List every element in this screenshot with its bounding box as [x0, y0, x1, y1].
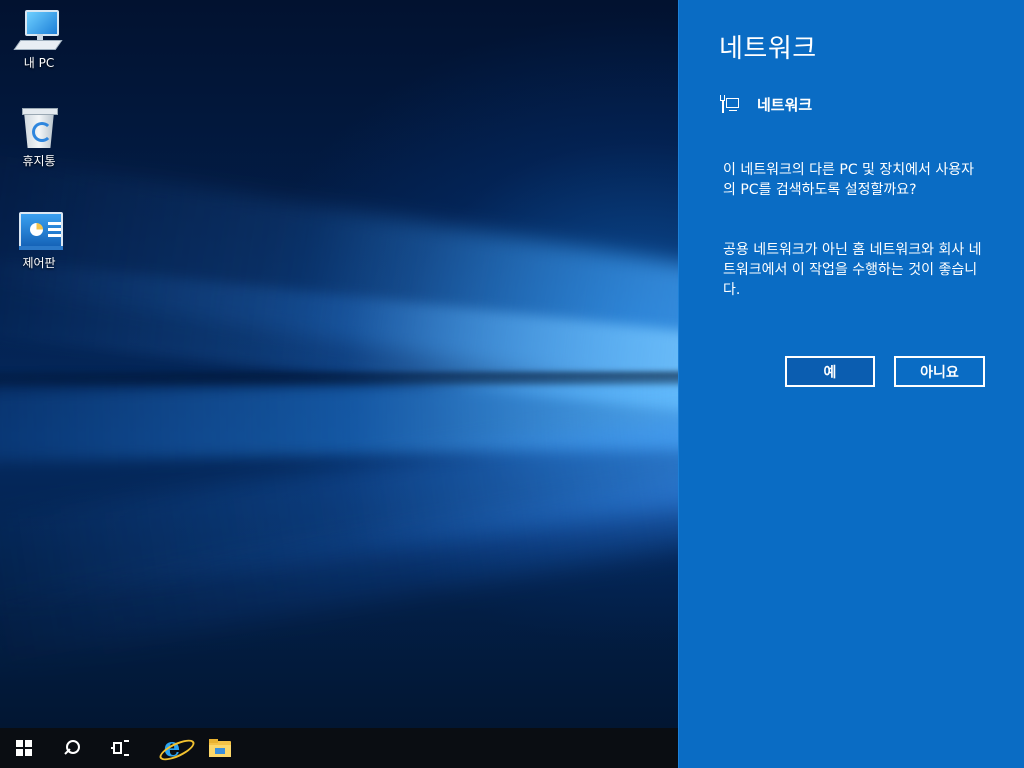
recycle-bin-icon — [15, 106, 63, 150]
file-explorer-icon — [209, 739, 231, 757]
internet-explorer-icon: e — [156, 735, 197, 765]
network-entry: 네트워크 — [719, 94, 812, 115]
start-button[interactable] — [0, 728, 48, 768]
network-name: 네트워크 — [757, 96, 813, 114]
desktop-icon-label: 제어판 — [22, 256, 56, 270]
computer-icon — [13, 8, 63, 52]
search-icon — [64, 740, 80, 756]
desktop-icon-recycle-bin[interactable]: 휴지통 — [1, 106, 77, 168]
task-view-button[interactable] — [96, 728, 144, 768]
flyout-title: 네트워크 — [719, 34, 817, 64]
discovery-advice: 공용 네트워크가 아닌 홈 네트워크와 회사 네트워크에서 이 작업을 수행하는… — [723, 242, 982, 298]
file-explorer-button[interactable] — [196, 728, 244, 768]
desktop-wallpaper — [0, 0, 678, 728]
desktop-icon-label: 휴지통 — [22, 154, 56, 168]
internet-explorer-button[interactable]: e — [148, 728, 197, 768]
control-panel-icon — [15, 208, 63, 252]
yes-button[interactable]: 예 — [785, 356, 875, 387]
task-view-icon — [111, 740, 129, 756]
search-button[interactable] — [48, 728, 96, 768]
desktop-icon-this-pc[interactable]: 내 PC — [1, 8, 77, 70]
desktop-icon-control-panel[interactable]: 제어판 — [1, 208, 77, 270]
network-flyout: 네트워크 네트워크 이 네트워크의 다른 PC 및 장치에서 사용자의 PC를 … — [678, 0, 1024, 768]
no-button[interactable]: 아니요 — [894, 356, 985, 387]
wired-network-icon — [719, 94, 741, 115]
discovery-question: 이 네트워크의 다른 PC 및 장치에서 사용자의 PC를 검색하도록 설정할까… — [723, 162, 974, 198]
taskbar: e — [0, 728, 678, 768]
desktop-icon-label: 내 PC — [23, 56, 55, 70]
windows-logo-icon — [16, 740, 32, 756]
